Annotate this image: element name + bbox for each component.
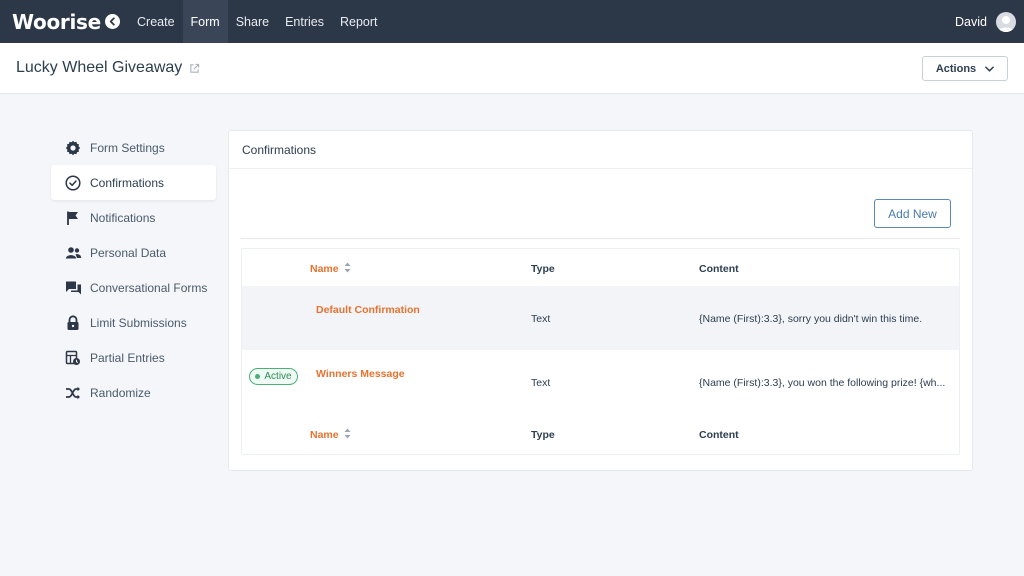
column-footer-content: Content bbox=[699, 429, 739, 441]
panel-title: Confirmations bbox=[229, 131, 972, 169]
woorise-logo[interactable]: Woorise bbox=[12, 10, 101, 34]
sidebar-item-randomize[interactable]: Randomize bbox=[51, 375, 216, 410]
column-footer-name-label: Name bbox=[310, 429, 339, 441]
nav-share[interactable]: Share bbox=[228, 0, 277, 43]
divider bbox=[241, 238, 960, 239]
nav-entries[interactable]: Entries bbox=[277, 0, 332, 43]
external-link-icon[interactable] bbox=[189, 63, 200, 74]
chat-icon bbox=[64, 279, 82, 297]
column-header-content: Content bbox=[699, 263, 739, 275]
chevron-left-icon bbox=[109, 17, 115, 26]
main-nav: Create Form Share Entries Report bbox=[129, 0, 386, 43]
sort-icon[interactable] bbox=[344, 262, 351, 276]
column-header-name[interactable]: Name bbox=[310, 262, 351, 276]
flag-icon bbox=[64, 209, 82, 227]
page-title: Lucky Wheel Giveaway bbox=[16, 59, 183, 76]
settings-sidebar: Form Settings Confirmations Notification… bbox=[51, 130, 216, 410]
sidebar-item-form-settings[interactable]: Form Settings bbox=[51, 130, 216, 165]
users-icon bbox=[64, 244, 82, 262]
page-header: Lucky Wheel Giveaway Actions bbox=[0, 43, 1024, 94]
chevron-down-icon bbox=[985, 65, 994, 72]
nav-create[interactable]: Create bbox=[129, 0, 183, 43]
table-row[interactable]: Active Winners Message Text {Name (First… bbox=[242, 350, 959, 416]
table-footer-row: Name Type Content bbox=[242, 416, 959, 454]
status-label: Active bbox=[264, 371, 292, 382]
nav-report[interactable]: Report bbox=[332, 0, 386, 43]
sidebar-item-label: Form Settings bbox=[90, 140, 165, 155]
table-header-row: Name Type Content bbox=[242, 249, 959, 286]
avatar[interactable] bbox=[996, 11, 1016, 32]
back-button[interactable] bbox=[105, 14, 120, 29]
actions-button[interactable]: Actions bbox=[922, 56, 1008, 81]
sidebar-item-label: Limit Submissions bbox=[90, 315, 187, 330]
column-header-type: Type bbox=[531, 263, 555, 275]
confirmations-table: Name Type Content Default Confirmation T… bbox=[241, 248, 960, 455]
user-avatar-icon bbox=[998, 15, 1014, 32]
column-header-name-label: Name bbox=[310, 263, 339, 275]
sidebar-item-label: Partial Entries bbox=[90, 350, 165, 365]
sort-icon[interactable] bbox=[344, 428, 351, 442]
column-footer-name[interactable]: Name bbox=[310, 428, 351, 442]
status-badge: Active bbox=[249, 368, 298, 385]
shuffle-icon bbox=[64, 384, 82, 402]
table-row[interactable]: Default Confirmation Text {Name (First):… bbox=[242, 286, 959, 350]
sidebar-item-label: Notifications bbox=[90, 210, 156, 225]
confirmation-type: Text bbox=[531, 377, 551, 389]
check-circle-icon bbox=[64, 174, 82, 192]
add-new-button[interactable]: Add New bbox=[874, 199, 951, 228]
sidebar-item-label: Conversational Forms bbox=[90, 280, 208, 295]
sidebar-item-personal-data[interactable]: Personal Data bbox=[51, 235, 216, 270]
confirmation-content: {Name (First):3.3}, sorry you didn't win… bbox=[699, 313, 923, 325]
sidebar-item-conversational-forms[interactable]: Conversational Forms bbox=[51, 270, 216, 305]
partial-entries-icon bbox=[64, 349, 82, 367]
user-name: David bbox=[955, 14, 987, 29]
gear-icon bbox=[64, 139, 82, 157]
sidebar-item-label: Personal Data bbox=[90, 245, 167, 260]
sidebar-item-limit-submissions[interactable]: Limit Submissions bbox=[51, 305, 216, 340]
sidebar-item-label: Confirmations bbox=[90, 175, 165, 190]
sidebar-item-label: Randomize bbox=[90, 385, 151, 400]
confirmation-content: {Name (First):3.3}, you won the followin… bbox=[699, 377, 946, 389]
top-navbar: Woorise Create Form Share Entries Report… bbox=[0, 0, 1024, 43]
lock-icon bbox=[64, 314, 82, 332]
sidebar-item-partial-entries[interactable]: Partial Entries bbox=[51, 340, 216, 375]
sidebar-item-notifications[interactable]: Notifications bbox=[51, 200, 216, 235]
status-dot bbox=[255, 374, 261, 379]
confirmations-panel: Confirmations Add New Name Type Content … bbox=[228, 130, 973, 471]
user-menu[interactable]: David bbox=[955, 0, 1016, 43]
confirmation-type: Text bbox=[531, 313, 551, 325]
confirmation-name-link[interactable]: Winners Message bbox=[316, 368, 405, 380]
sidebar-item-confirmations[interactable]: Confirmations bbox=[51, 165, 216, 200]
nav-form[interactable]: Form bbox=[182, 0, 228, 43]
column-footer-type: Type bbox=[531, 429, 555, 441]
actions-label: Actions bbox=[935, 62, 977, 75]
confirmation-name-link[interactable]: Default Confirmation bbox=[316, 304, 420, 316]
